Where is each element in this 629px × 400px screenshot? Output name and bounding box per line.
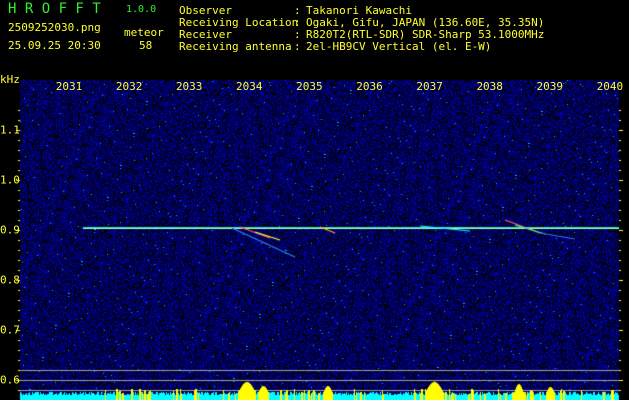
info-sep: : — [294, 40, 301, 53]
x-tick-label: 2032 — [115, 80, 143, 93]
y-tick-label: 0.8 — [0, 273, 20, 287]
y-tick-label: 1.1 — [0, 123, 20, 137]
info-value-antenna: 2el-HB9CV Vertical (el. E-W) — [306, 40, 492, 53]
file-name: 2509252030.png — [8, 21, 101, 34]
date-time: 25.09.25 20:30 — [8, 39, 101, 52]
x-tick-label: 2031 — [55, 80, 83, 93]
x-tick-label: 2040 — [596, 80, 624, 93]
info-label-antenna: Receiving antenna — [179, 40, 292, 53]
y-tick-label: 0.9 — [0, 223, 20, 237]
x-tick-label: 2033 — [175, 80, 203, 93]
y-tick-label: 0.7 — [0, 323, 20, 337]
app-version: 1.0.0 — [126, 4, 157, 15]
x-tick-label: 2034 — [236, 80, 263, 93]
x-tick-label: 2036 — [356, 80, 383, 93]
x-tick-label: 2037 — [416, 80, 443, 93]
meteor-count: 58 — [139, 39, 153, 52]
spectrogram — [0, 72, 629, 400]
x-tick-label: 2035 — [296, 80, 323, 93]
app-title: H R O F F T — [8, 1, 101, 17]
x-tick-label: 2038 — [476, 80, 503, 93]
y-tick-label: 1.0 — [0, 173, 20, 187]
meteor-label: meteor — [124, 26, 164, 39]
y-unit-label: kHz — [0, 73, 20, 86]
x-tick-label: 2039 — [536, 80, 564, 93]
y-tick-label: 0.6 — [0, 373, 20, 387]
